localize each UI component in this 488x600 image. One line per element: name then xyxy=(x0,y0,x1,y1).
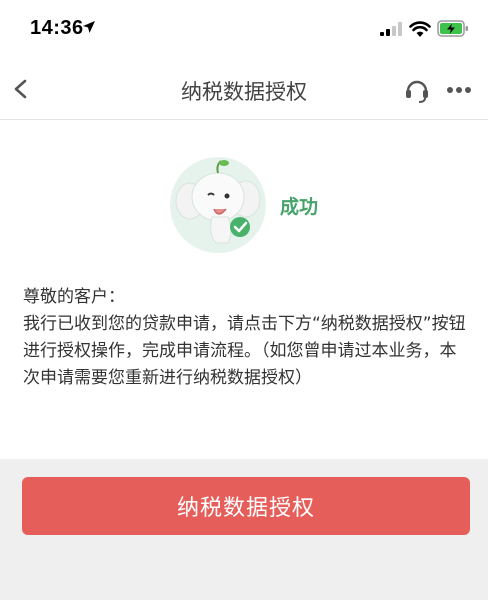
message-body: 我行已收到您的贷款申请，请点击下方“纳税数据授权”按钮进行授权操作，完成申请流程… xyxy=(23,314,466,388)
cellular-signal-icon xyxy=(380,22,402,36)
headset-icon[interactable] xyxy=(403,76,431,104)
status-bar: 14:36 xyxy=(0,0,488,58)
status-time: 14:36 xyxy=(30,17,84,39)
navigation-bar: 纳税数据授权 xyxy=(0,58,488,120)
message-block: 尊敬的客户： 我行已收到您的贷款申请，请点击下方“纳税数据授权”按钮进行授权操作… xyxy=(23,284,473,392)
mascot-illustration xyxy=(170,157,266,253)
mascot-avatar xyxy=(168,155,268,255)
more-dots-icon[interactable] xyxy=(446,86,472,94)
message-greeting: 尊敬的客户： xyxy=(23,287,125,307)
location-arrow-icon xyxy=(83,21,95,33)
wifi-icon xyxy=(409,21,431,37)
battery-charging-icon xyxy=(437,20,468,37)
status-success-text: 成功 xyxy=(280,196,319,218)
tax-data-authorize-button[interactable]: 纳税数据授权 xyxy=(22,477,470,535)
